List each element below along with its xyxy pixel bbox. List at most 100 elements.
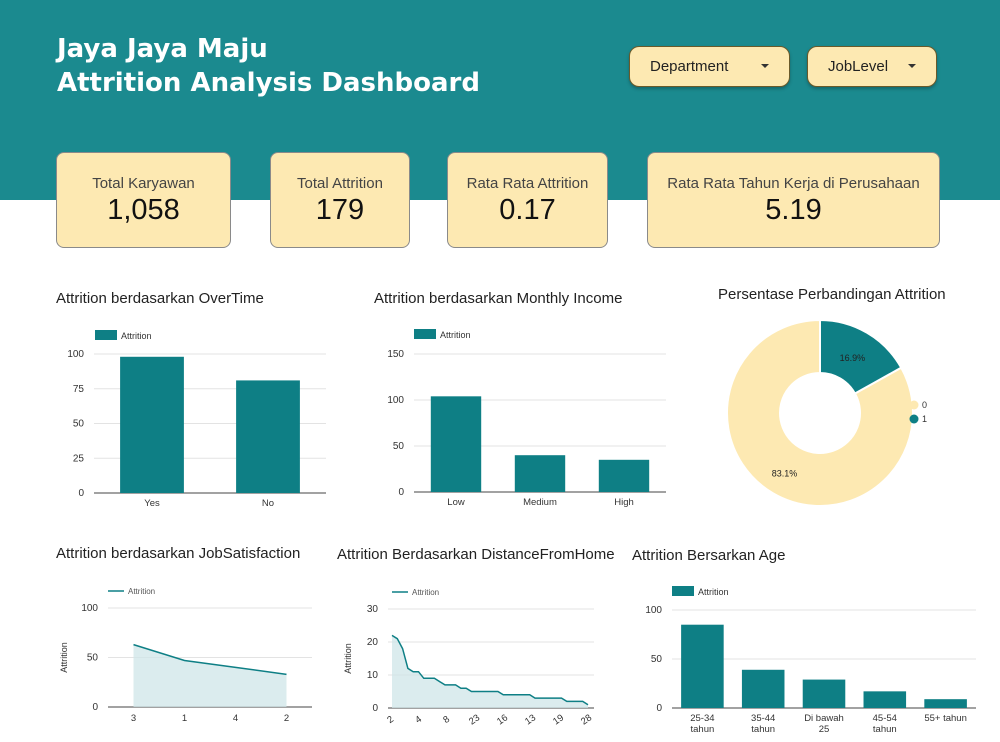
pie-slice — [819, 318, 903, 395]
y-axis-label: Attrition — [59, 642, 69, 673]
title-line-1: Jaya Jaya Maju — [57, 34, 268, 64]
legend-swatch — [672, 586, 694, 596]
x-tick-label: Medium — [523, 497, 557, 508]
y-tick-label: 20 — [367, 637, 379, 648]
bar — [120, 356, 184, 493]
kpi-label: Rata Rata Attrition — [466, 175, 589, 192]
x-tick-label: 2 — [385, 714, 396, 726]
legend-label: Attrition — [440, 330, 471, 340]
kpi-total-attrition: Total Attrition 179 — [270, 152, 410, 248]
x-tick-label: 35-44 — [751, 713, 775, 724]
bar — [741, 669, 785, 708]
x-tick-label: High — [614, 497, 634, 508]
x-tick-label: 25-34 — [690, 713, 714, 724]
pie-value-label: 16.9% — [840, 353, 866, 363]
x-tick-label: tahun — [751, 724, 775, 735]
y-tick-label: 100 — [645, 605, 662, 616]
chart-title-jobsatisfaction: Attrition berdasarkan JobSatisfaction — [56, 545, 301, 562]
kpi-value: 179 — [315, 194, 365, 226]
kpi-value: 5.19 — [765, 194, 822, 226]
legend-swatch — [414, 329, 436, 339]
x-tick-label: Yes — [144, 498, 160, 509]
y-tick-label: 25 — [73, 453, 85, 464]
y-tick-label: 0 — [656, 703, 662, 714]
kpi-value: 0.17 — [499, 194, 556, 226]
joblevel-filter-label: JobLevel — [828, 58, 889, 75]
chart-title-age: Attrition Bersarkan Age — [632, 547, 786, 564]
chart-title-pie: Persentase Perbandingan Attrition — [718, 286, 946, 303]
legend-label: Attrition — [128, 587, 155, 596]
kpi-total-karyawan: Total Karyawan 1,058 — [56, 152, 231, 248]
y-tick-label: 75 — [73, 384, 85, 395]
x-tick-label: No — [262, 498, 274, 509]
y-tick-label: 0 — [372, 703, 378, 714]
x-tick-label: 4 — [413, 714, 424, 726]
legend-label: Attrition — [121, 331, 152, 341]
bar — [924, 699, 967, 708]
y-tick-label: 0 — [398, 487, 404, 498]
line-series — [133, 643, 287, 676]
legend-label: Attrition — [412, 588, 439, 597]
x-tick-label: Low — [447, 497, 465, 508]
x-tick-label: 3 — [131, 713, 136, 724]
y-tick-label: 30 — [367, 604, 379, 615]
x-tick-label: 23 — [467, 712, 482, 727]
bar — [681, 624, 724, 708]
y-tick-label: 100 — [67, 349, 84, 360]
y-tick-label: 50 — [87, 653, 99, 664]
pie-slice — [726, 318, 914, 507]
y-tick-label: 100 — [81, 603, 98, 614]
bar — [236, 380, 300, 493]
y-tick-label: 50 — [651, 654, 663, 665]
y-tick-label: 50 — [393, 441, 405, 452]
x-tick-label: 4 — [233, 713, 238, 724]
chevron-down-icon — [761, 64, 769, 68]
kpi-rata-rata-attrition: Rata Rata Attrition 0.17 — [447, 152, 608, 248]
y-axis-label: Attrition — [343, 643, 353, 674]
chart-title-distance: Attrition Berdasarkan DistanceFromHome — [337, 546, 615, 563]
kpi-label: Rata Rata Tahun Kerja di Perusahaan — [667, 175, 920, 192]
y-tick-label: 10 — [367, 670, 379, 681]
pie-value-label: 83.1% — [772, 468, 798, 478]
dashboard-title: Jaya Jaya Maju Attrition Analysis Dashbo… — [57, 32, 480, 100]
bar — [598, 459, 650, 492]
bar — [430, 396, 482, 492]
kpi-rata-rata-tahun-kerja: Rata Rata Tahun Kerja di Perusahaan 5.19 — [647, 152, 940, 248]
title-line-2: Attrition Analysis Dashboard — [57, 68, 480, 98]
bar — [514, 455, 566, 492]
x-tick-label: tahun — [691, 724, 715, 735]
line-series — [391, 634, 589, 706]
x-tick-label: 2 — [284, 713, 289, 724]
y-tick-label: 0 — [78, 488, 84, 499]
legend-swatch — [95, 330, 117, 340]
bar — [802, 679, 846, 708]
x-tick-label: tahun — [873, 724, 897, 735]
legend-dot — [909, 400, 919, 410]
area-fill — [392, 635, 588, 708]
bar — [863, 691, 907, 708]
x-tick-label: 45-54 — [873, 713, 897, 724]
chart-title-overtime: Attrition berdasarkan OverTime — [56, 290, 264, 307]
department-filter-label: Department — [650, 58, 729, 75]
x-tick-label: 8 — [441, 714, 452, 726]
kpi-value: 1,058 — [107, 194, 180, 226]
x-tick-label: Di bawah — [804, 713, 844, 724]
y-tick-label: 0 — [92, 702, 98, 713]
chart-title-income: Attrition berdasarkan Monthly Income — [374, 290, 623, 307]
x-tick-label: 13 — [523, 712, 538, 727]
kpi-label: Total Karyawan — [92, 175, 195, 192]
x-tick-label: 55+ tahun — [924, 713, 967, 724]
x-tick-label: 1 — [182, 713, 187, 724]
y-tick-label: 100 — [387, 395, 404, 406]
legend-label: 0 — [922, 400, 927, 410]
department-filter-dropdown[interactable]: Department — [629, 46, 790, 87]
joblevel-filter-dropdown[interactable]: JobLevel — [807, 46, 937, 87]
area-fill — [133, 644, 287, 707]
x-tick-label: 16 — [495, 712, 510, 727]
legend-label: 1 — [922, 414, 927, 424]
kpi-label: Total Attrition — [297, 175, 383, 192]
x-tick-label: 19 — [551, 712, 566, 727]
x-tick-label: 28 — [579, 712, 594, 727]
legend-dot — [909, 414, 919, 424]
legend-label: Attrition — [698, 587, 729, 597]
